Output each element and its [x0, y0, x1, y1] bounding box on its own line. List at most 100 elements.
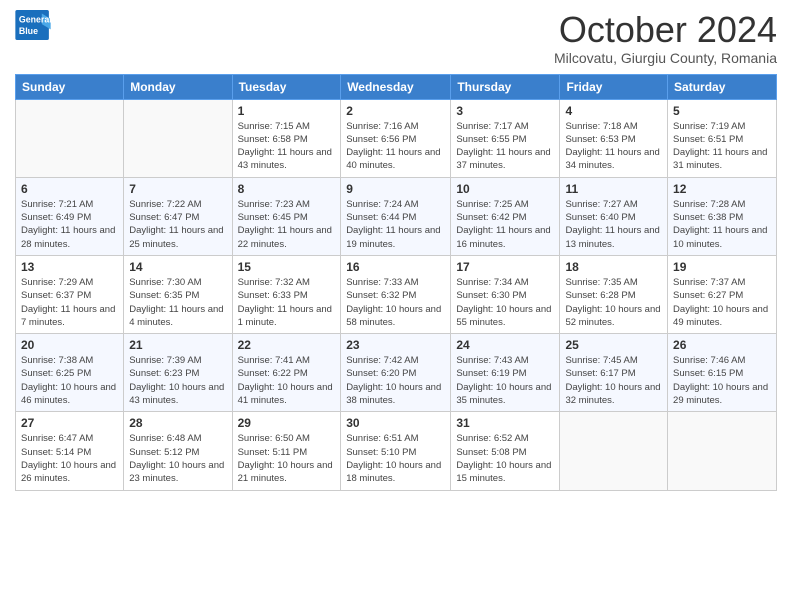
day-number: 3 — [456, 104, 554, 118]
cell-info: Sunrise: 7:24 AMSunset: 6:44 PMDaylight:… — [346, 198, 445, 251]
calendar-cell — [668, 412, 777, 490]
day-number: 10 — [456, 182, 554, 196]
calendar-table: SundayMondayTuesdayWednesdayThursdayFrid… — [15, 74, 777, 491]
day-number: 20 — [21, 338, 118, 352]
day-number: 21 — [129, 338, 226, 352]
day-number: 28 — [129, 416, 226, 430]
day-header-saturday: Saturday — [668, 74, 777, 99]
calendar-cell: 12 Sunrise: 7:28 AMSunset: 6:38 PMDayligh… — [668, 177, 777, 255]
day-number: 19 — [673, 260, 771, 274]
calendar-cell: 2 Sunrise: 7:16 AMSunset: 6:56 PMDaylight… — [341, 99, 451, 177]
calendar-cell: 17Sunrise: 7:34 AMSunset: 6:30 PMDayligh… — [451, 255, 560, 333]
cell-info: Sunrise: 7:15 AMSunset: 6:58 PMDaylight:… — [238, 120, 336, 173]
month-title: October 2024 — [554, 10, 777, 50]
day-number: 14 — [129, 260, 226, 274]
calendar-week-row: 27 Sunrise: 6:47 AMSunset: 5:14 PMDayligh… — [16, 412, 777, 490]
day-number: 24 — [456, 338, 554, 352]
calendar-cell: 19 Sunrise: 7:37 AMSunset: 6:27 PMDayligh… — [668, 255, 777, 333]
day-number: 2 — [346, 104, 445, 118]
cell-info: Sunrise: 7:34 AMSunset: 6:30 PMDaylight:… — [456, 276, 554, 329]
calendar-cell: 23 Sunrise: 7:42 AMSunset: 6:20 PMDayligh… — [341, 334, 451, 412]
cell-info: Sunrise: 7:37 AMSunset: 6:27 PMDaylight:… — [673, 276, 771, 329]
day-number: 5 — [673, 104, 771, 118]
day-number: 29 — [238, 416, 336, 430]
day-number: 8 — [238, 182, 336, 196]
calendar-week-row: 20 Sunrise: 7:38 AMSunset: 6:25 PMDayligh… — [16, 334, 777, 412]
calendar-cell: 25 Sunrise: 7:45 AMSunset: 6:17 PMDayligh… — [560, 334, 668, 412]
day-header-tuesday: Tuesday — [232, 74, 341, 99]
calendar-cell: 31 Sunrise: 6:52 AMSunset: 5:08 PMDayligh… — [451, 412, 560, 490]
calendar-cell: 20 Sunrise: 7:38 AMSunset: 6:25 PMDayligh… — [16, 334, 124, 412]
cell-info: Sunrise: 6:51 AMSunset: 5:10 PMDaylight:… — [346, 432, 445, 485]
day-number: 16 — [346, 260, 445, 274]
calendar-cell — [560, 412, 668, 490]
calendar-cell: 24Sunrise: 7:43 AMSunset: 6:19 PMDayligh… — [451, 334, 560, 412]
calendar-cell: 9Sunrise: 7:24 AMSunset: 6:44 PMDaylight… — [341, 177, 451, 255]
cell-info: Sunrise: 6:48 AMSunset: 5:12 PMDaylight:… — [129, 432, 226, 485]
cell-info: Sunrise: 7:22 AMSunset: 6:47 PMDaylight:… — [129, 198, 226, 251]
day-number: 1 — [238, 104, 336, 118]
cell-info: Sunrise: 7:35 AMSunset: 6:28 PMDaylight:… — [565, 276, 662, 329]
calendar-cell: 15 Sunrise: 7:32 AMSunset: 6:33 PMDayligh… — [232, 255, 341, 333]
day-header-sunday: Sunday — [16, 74, 124, 99]
cell-info: Sunrise: 7:18 AMSunset: 6:53 PMDaylight:… — [565, 120, 662, 173]
cell-info: Sunrise: 7:42 AMSunset: 6:20 PMDaylight:… — [346, 354, 445, 407]
cell-info: Sunrise: 7:46 AMSunset: 6:15 PMDaylight:… — [673, 354, 771, 407]
cell-info: Sunrise: 6:52 AMSunset: 5:08 PMDaylight:… — [456, 432, 554, 485]
cell-info: Sunrise: 7:41 AMSunset: 6:22 PMDaylight:… — [238, 354, 336, 407]
svg-text:General: General — [19, 14, 51, 24]
cell-info: Sunrise: 7:19 AMSunset: 6:51 PMDaylight:… — [673, 120, 771, 173]
cell-info: Sunrise: 6:50 AMSunset: 5:11 PMDaylight:… — [238, 432, 336, 485]
day-number: 11 — [565, 182, 662, 196]
day-number: 18 — [565, 260, 662, 274]
cell-info: Sunrise: 7:27 AMSunset: 6:40 PMDaylight:… — [565, 198, 662, 251]
calendar-week-row: 1 Sunrise: 7:15 AMSunset: 6:58 PMDaylight… — [16, 99, 777, 177]
cell-info: Sunrise: 7:29 AMSunset: 6:37 PMDaylight:… — [21, 276, 118, 329]
calendar-cell: 10 Sunrise: 7:25 AMSunset: 6:42 PMDayligh… — [451, 177, 560, 255]
calendar-week-row: 6Sunrise: 7:21 AMSunset: 6:49 PMDaylight… — [16, 177, 777, 255]
day-number: 23 — [346, 338, 445, 352]
cell-info: Sunrise: 7:30 AMSunset: 6:35 PMDaylight:… — [129, 276, 226, 329]
day-number: 25 — [565, 338, 662, 352]
calendar-week-row: 13 Sunrise: 7:29 AMSunset: 6:37 PMDayligh… — [16, 255, 777, 333]
cell-info: Sunrise: 7:28 AMSunset: 6:38 PMDaylight:… — [673, 198, 771, 251]
day-number: 15 — [238, 260, 336, 274]
calendar-cell: 7 Sunrise: 7:22 AMSunset: 6:47 PMDaylight… — [124, 177, 232, 255]
cell-info: Sunrise: 7:17 AMSunset: 6:55 PMDaylight:… — [456, 120, 554, 173]
calendar-header-row: SundayMondayTuesdayWednesdayThursdayFrid… — [16, 74, 777, 99]
cell-info: Sunrise: 7:16 AMSunset: 6:56 PMDaylight:… — [346, 120, 445, 173]
day-number: 13 — [21, 260, 118, 274]
calendar-cell: 5 Sunrise: 7:19 AMSunset: 6:51 PMDaylight… — [668, 99, 777, 177]
calendar-cell: 29 Sunrise: 6:50 AMSunset: 5:11 PMDayligh… — [232, 412, 341, 490]
cell-info: Sunrise: 7:32 AMSunset: 6:33 PMDaylight:… — [238, 276, 336, 329]
calendar-cell: 18 Sunrise: 7:35 AMSunset: 6:28 PMDayligh… — [560, 255, 668, 333]
calendar-cell: 8 Sunrise: 7:23 AMSunset: 6:45 PMDaylight… — [232, 177, 341, 255]
logo: General Blue — [15, 10, 51, 40]
day-number: 27 — [21, 416, 118, 430]
calendar-cell: 30 Sunrise: 6:51 AMSunset: 5:10 PMDayligh… — [341, 412, 451, 490]
calendar-cell — [16, 99, 124, 177]
subtitle: Milcovatu, Giurgiu County, Romania — [554, 50, 777, 66]
calendar-cell: 4Sunrise: 7:18 AMSunset: 6:53 PMDaylight… — [560, 99, 668, 177]
cell-info: Sunrise: 7:25 AMSunset: 6:42 PMDaylight:… — [456, 198, 554, 251]
calendar-cell: 28 Sunrise: 6:48 AMSunset: 5:12 PMDayligh… — [124, 412, 232, 490]
calendar-cell — [124, 99, 232, 177]
cell-info: Sunrise: 7:38 AMSunset: 6:25 PMDaylight:… — [21, 354, 118, 407]
calendar-cell: 21 Sunrise: 7:39 AMSunset: 6:23 PMDayligh… — [124, 334, 232, 412]
cell-info: Sunrise: 7:39 AMSunset: 6:23 PMDaylight:… — [129, 354, 226, 407]
cell-info: Sunrise: 7:23 AMSunset: 6:45 PMDaylight:… — [238, 198, 336, 251]
day-number: 7 — [129, 182, 226, 196]
svg-text:Blue: Blue — [19, 26, 38, 36]
cell-info: Sunrise: 7:45 AMSunset: 6:17 PMDaylight:… — [565, 354, 662, 407]
day-header-wednesday: Wednesday — [341, 74, 451, 99]
header: General Blue October 2024 Milcovatu, Giu… — [15, 10, 777, 66]
logo-icon: General Blue — [15, 10, 51, 40]
calendar-cell: 26Sunrise: 7:46 AMSunset: 6:15 PMDayligh… — [668, 334, 777, 412]
cell-info: Sunrise: 6:47 AMSunset: 5:14 PMDaylight:… — [21, 432, 118, 485]
day-header-monday: Monday — [124, 74, 232, 99]
day-number: 12 — [673, 182, 771, 196]
day-number: 30 — [346, 416, 445, 430]
day-header-thursday: Thursday — [451, 74, 560, 99]
day-number: 31 — [456, 416, 554, 430]
cell-info: Sunrise: 7:33 AMSunset: 6:32 PMDaylight:… — [346, 276, 445, 329]
